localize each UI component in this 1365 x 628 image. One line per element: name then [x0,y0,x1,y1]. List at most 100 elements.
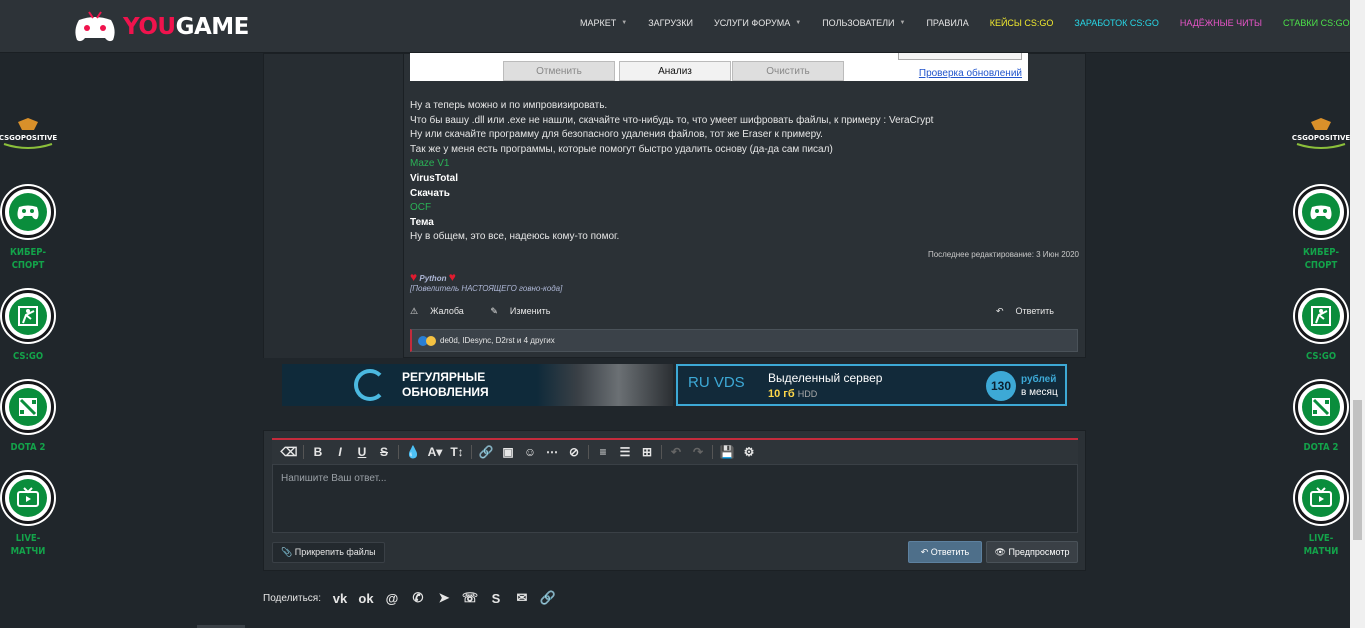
email-icon[interactable]: ✉ [509,590,535,606]
more-icon[interactable]: ⋯ [541,443,563,461]
reply-button[interactable]: ↶ Ответить [908,541,982,563]
font-icon[interactable]: A▾ [424,443,446,461]
svg-text:CSGOPOSITIVE: CSGOPOSITIVE [0,134,57,142]
strikethrough-icon[interactable]: S [373,443,395,461]
vk-icon[interactable]: vk [327,591,353,606]
nav-item[interactable]: УСЛУГИ ФОРУМА ▼ [714,18,801,28]
screenshot-cancel-button: Отменить [503,61,615,81]
sidebar-item[interactable]: КИБЕР- СПОРТ [0,186,58,272]
post-body: Ну а теперь можно и по импровизировать. Ч… [410,99,1080,245]
post-link[interactable]: Скачать [410,187,1080,202]
gamepad-icon [2,186,54,238]
main-nav: МАРКЕТ ▼ ЗАГРУЗКИ УСЛУГИ ФОРУМА ▼ ПОЛЬЗОВАТЕЛ… [580,18,1365,28]
hide-icon[interactable]: ⊘ [563,443,585,461]
nav-item[interactable]: НАДЁЖНЫЕ ЧИТЫ [1180,18,1262,28]
telegram-icon[interactable]: ➤ [431,590,457,606]
site-logo[interactable]: YOUGAME [73,10,249,44]
viber-icon[interactable]: ☏ [457,590,483,606]
sidebar-item[interactable]: DOTA 2 [1291,381,1351,454]
report-link[interactable]: ⚠ Жалоба [410,306,476,316]
sidebar-item[interactable]: CS:GO [0,290,58,363]
table-icon[interactable]: ⊞ [636,443,658,461]
post-link[interactable]: VirusTotal [410,172,1080,187]
soldier-icon [2,290,54,342]
eye-icon: 👁 [994,547,1006,557]
nav-item[interactable]: КЕЙСЫ CS:GO [990,18,1054,28]
pencil-icon: ✎ [490,306,498,316]
attach-files-button[interactable]: 📎 Прикрепить файлы [272,542,385,563]
post-link[interactable]: Maze V1 [410,157,1080,172]
sidebar-item[interactable]: LIVE- МАТЧИ [0,472,58,558]
refresh-icon [354,369,386,401]
ad-banner-ruvds[interactable]: RU VDS Выделенный сервер 10 гб HDD 130 р… [676,364,1067,406]
sidebar-item[interactable]: DOTA 2 [0,381,58,454]
tv-icon [2,472,54,524]
preview-button[interactable]: 👁 Предпросмотр [986,541,1078,563]
nav-item[interactable]: МАРКЕТ ▼ [580,18,627,28]
italic-icon[interactable]: I [329,443,351,461]
undo-icon[interactable]: ↶ [665,443,687,461]
banner-text: РЕГУЛЯРНЫЕ ОБНОВЛЕНИЯ [402,370,489,399]
nav-item[interactable]: СТАВКИ CS:GO [1283,18,1350,28]
reply-icon: ↶ [920,547,929,557]
ad-banner-updates[interactable]: РЕГУЛЯРНЫЕ ОБНОВЛЕНИЯ [282,364,673,406]
soldier-icon [1295,290,1347,342]
sidebar-item[interactable]: КИБЕР- СПОРТ [1291,186,1351,272]
smile-icon[interactable]: ☺ [519,443,541,461]
mail-icon[interactable]: @ [379,591,405,606]
eraser-icon[interactable]: ⌫ [278,443,300,461]
sidebar-item[interactable]: CS:GO [1291,290,1351,363]
nav-item[interactable]: ЗАРАБОТОК CS:GO [1074,18,1159,28]
top-navigation-bar: YOUGAME МАРКЕТ ▼ ЗАГРУЗКИ УСЛУГИ ФОРУМА ▼ ПОЛ… [0,0,1350,53]
link-icon[interactable]: 🔗 [475,443,497,461]
post-user-column [264,54,404,358]
reactions-list[interactable]: de0d, IDesync, D2rst и 4 других [440,336,555,345]
sidebar-item-label: КИБЕР- СПОРТ [1302,247,1340,271]
image-icon[interactable]: ▣ [497,443,519,461]
embedded-screenshot: Отменить Анализ Очистить Проверка обновл… [410,53,1028,81]
post-text-line: Ну в общем, это все, надеюсь кому-то пом… [410,231,620,243]
screenshot-dropdown [898,53,1022,60]
nav-item[interactable]: ПОЛЬЗОВАТЕЛИ ▼ [822,18,905,28]
sidebar-item-label: DOTA 2 [10,442,46,453]
post-link[interactable]: OCF [410,201,1080,216]
edit-link[interactable]: ✎ Изменить [490,306,562,316]
post-text-line: Так же у меня есть программы, которые по… [410,143,833,155]
post-link[interactable]: Тема [410,216,1080,231]
bold-icon[interactable]: B [307,443,329,461]
reply-icon: ↶ [995,306,1004,316]
underline-icon[interactable]: U [351,443,373,461]
whatsapp-icon[interactable]: ✆ [405,590,431,606]
color-icon[interactable]: 💧 [402,443,424,461]
csgopositive-logo[interactable]: CSGOPOSITIVE [0,118,58,154]
save-draft-icon[interactable]: 💾 [716,443,738,461]
paperclip-icon: 📎 [281,547,293,557]
haha-icon [426,335,436,346]
reply-editor: ⌫ B I U S 💧 A▾ T↕ 🔗 ▣ ☺ ⋯ ⊘ ≡ ☰ ⊞ ↶ ↷ 💾 … [263,430,1086,571]
nav-item[interactable]: ПРАВИЛА [926,18,968,28]
svg-text:CSGOPOSITIVE: CSGOPOSITIVE [1292,134,1351,142]
heart-icon: ♥ [410,270,418,284]
reply-textarea[interactable]: Напишите Ваш ответ... [272,464,1078,533]
editor-toolbar: ⌫ B I U S 💧 A▾ T↕ 🔗 ▣ ☺ ⋯ ⊘ ≡ ☰ ⊞ ↶ ↷ 💾 … [272,440,1078,464]
list-icon[interactable]: ☰ [614,443,636,461]
reactions-bar[interactable]: de0d, IDesync, D2rst и 4 других [410,329,1078,352]
sidebar-item-label: CS:GO [1305,351,1337,362]
nav-item[interactable]: ЗАГРУЗКИ [648,18,693,28]
font-size-icon[interactable]: T↕ [446,443,468,461]
sidebar-item-label: DOTA 2 [1303,442,1339,453]
sidebar-item[interactable]: LIVE- МАТЧИ [1291,472,1351,558]
scrollbar-thumb[interactable] [1353,400,1362,540]
align-icon[interactable]: ≡ [592,443,614,461]
scrollbar[interactable] [1350,0,1365,628]
link-icon[interactable]: 🔗 [535,590,561,606]
post-actions: ⚠ Жалоба ✎ Изменить ↶ Ответить [410,306,1078,317]
redo-icon[interactable]: ↷ [687,443,709,461]
settings-icon[interactable]: ⚙ [738,443,760,461]
odnoklassniki-icon[interactable]: ok [353,591,379,606]
sidebar-item-label: CS:GO [12,351,44,362]
reply-link[interactable]: ↶ Ответить [996,306,1066,317]
signature-line: [Повелитель НАСТОЯЩЕГО говно-кода] [410,284,563,293]
csgopositive-logo[interactable]: CSGOPOSITIVE [1291,118,1351,154]
skype-icon[interactable]: S [483,591,509,606]
